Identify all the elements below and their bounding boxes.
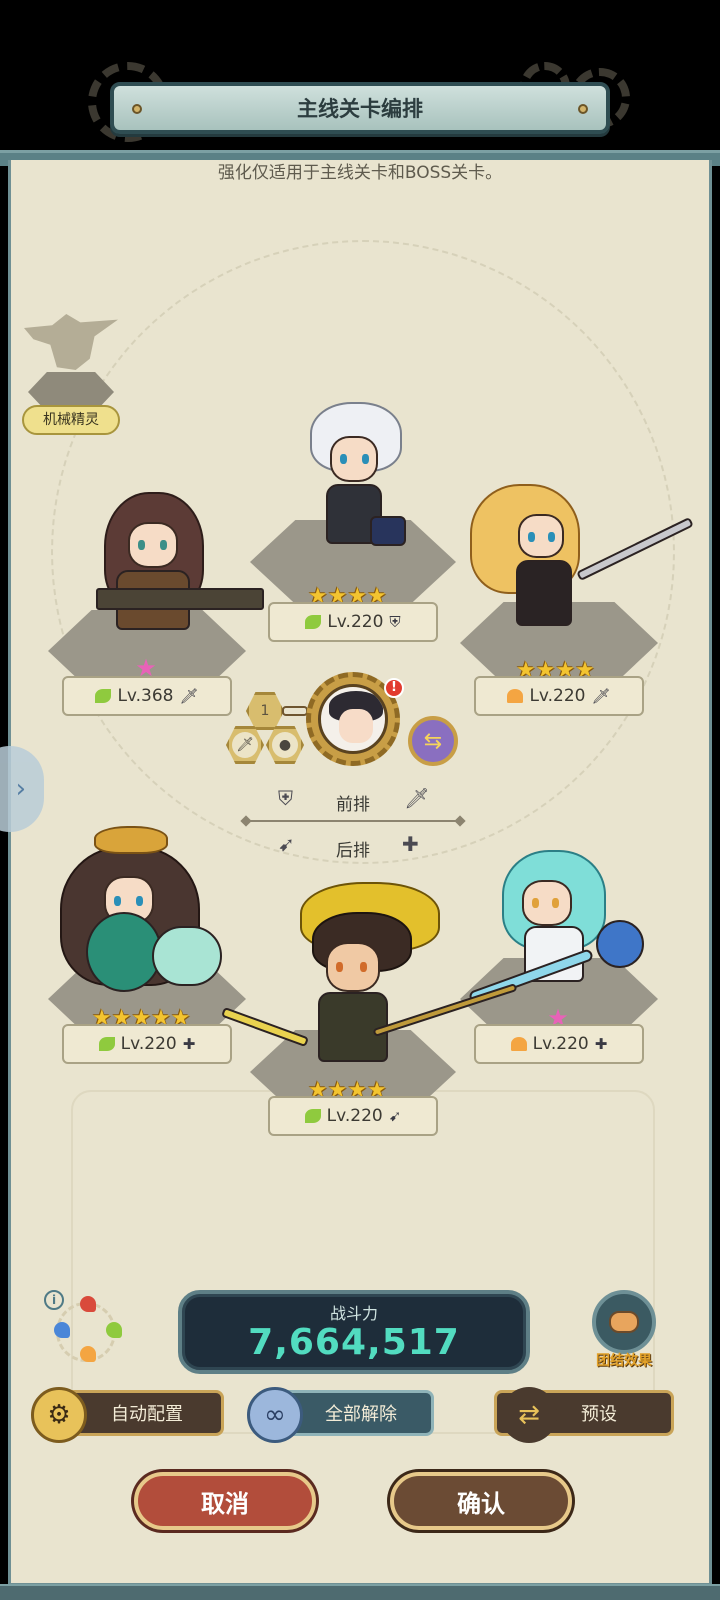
chevron-right-icon: › [15,774,26,804]
rivet-icon [578,104,588,114]
gear-icon: ⚙ [31,1387,87,1443]
formation-screen: 主线关卡编排 强化仅适用于主线关卡和BOSS关卡。 机械精灵 ★★★★ Lv.2… [0,0,720,1600]
leaf-element-icon [304,1109,321,1123]
pet-label[interactable]: 机械精灵 [22,405,120,435]
subtitle-text: 强化仅适用于主线关卡和BOSS关卡。 [217,163,503,183]
orb-icon: ● [272,732,298,758]
leaf-element-icon [95,689,112,703]
hero-sprite-gunner[interactable] [76,492,266,652]
clear-all-button[interactable]: ∞ 全部解除 [247,1387,434,1443]
leaf-element-icon [106,1322,122,1338]
sword-icon: 🗡 [404,786,430,810]
front-row-label: 前排 [336,795,370,815]
element-wheel[interactable] [50,1296,126,1366]
hero-level: Lv.220 [529,686,586,706]
leaf-element-icon [98,1037,115,1051]
hero-level: Lv.220 [327,612,384,632]
shield-icon: ⛨ [389,613,401,631]
leaf-element-icon [305,615,322,629]
bow-icon: ➹ [278,832,295,856]
fire-red-element-icon [80,1296,96,1312]
swap-arrows-icon: ⇄ [501,1387,557,1443]
confirm-button[interactable]: 确认 [390,1472,572,1530]
auto-deploy-label: 自动配置 [111,1404,183,1425]
hero-level-plate: Lv.220 ➹ [268,1096,438,1136]
hero-level-plate: Lv.220 ✚ [474,1024,644,1064]
fire-element-icon [507,689,524,703]
shield-icon: ⛨ [278,786,293,810]
hero-level-plate: Lv.368 🗡 [62,676,232,716]
sword-icon: 🗡 [591,687,611,705]
chain-link-icon [282,706,308,716]
combat-power-label: 战斗力 [329,1304,378,1323]
sword-icon: 🗡 [179,687,199,705]
hero-sprite-fan-dancer[interactable] [32,826,232,1004]
fire-element-icon [80,1346,96,1362]
hero-level: Lv.220 [532,1034,589,1054]
rivet-icon [132,104,142,114]
swap-arrows-icon: ⇆ [423,728,443,754]
hero-sprite-blonde-chain[interactable] [464,484,700,648]
combat-power-value: 7,664,517 [248,1322,460,1363]
page-title: 主线关卡编排 [297,97,423,121]
hero-sprite-white-hair[interactable] [300,398,410,574]
notification-badge: ! [384,678,404,698]
leader-face [339,709,373,743]
row-divider [246,820,460,822]
leader-avatar [318,684,388,754]
heal-icon: ✚ [402,832,419,856]
combat-power-panel: 战斗力 7,664,517 [178,1290,530,1374]
bow-icon: ➹ [388,1107,402,1125]
sword-icon: 🗡 [232,732,258,758]
back-row-label: 后排 [336,841,370,861]
fire-element-icon [510,1037,527,1051]
heal-icon: ✚ [182,1035,196,1053]
heal-icon: ✚ [594,1035,608,1053]
leader-slot-number-text: 1 [260,703,270,719]
handshake-icon [609,1311,639,1333]
unity-effect-label[interactable]: 团结效果 [586,1350,662,1370]
swap-leader-button[interactable]: ⇆ [408,716,458,766]
leader-portrait-button[interactable]: ! [306,672,404,766]
hero-level: Lv.368 [117,686,174,706]
unity-effect-button[interactable] [592,1290,656,1354]
auto-deploy-button[interactable]: ⚙ 自动配置 [31,1387,224,1443]
hero-level-plate: Lv.220 ⛨ [268,602,438,642]
unlink-chain-icon: ∞ [247,1387,303,1443]
panel-frame-bottom [0,1584,720,1600]
hero-level-plate: Lv.220 ✚ [62,1024,232,1064]
hero-level: Lv.220 [120,1034,177,1054]
preset-label: 预设 [581,1404,617,1425]
cancel-button[interactable]: 取消 [134,1472,316,1530]
preset-button[interactable]: ⇄ 预设 [494,1387,674,1443]
hero-level: Lv.220 [326,1106,383,1126]
title-plate: 主线关卡编排 [110,82,610,134]
water-element-icon [54,1322,70,1338]
hero-level-plate: Lv.220 🗡 [474,676,644,716]
clear-all-label: 全部解除 [325,1404,397,1425]
